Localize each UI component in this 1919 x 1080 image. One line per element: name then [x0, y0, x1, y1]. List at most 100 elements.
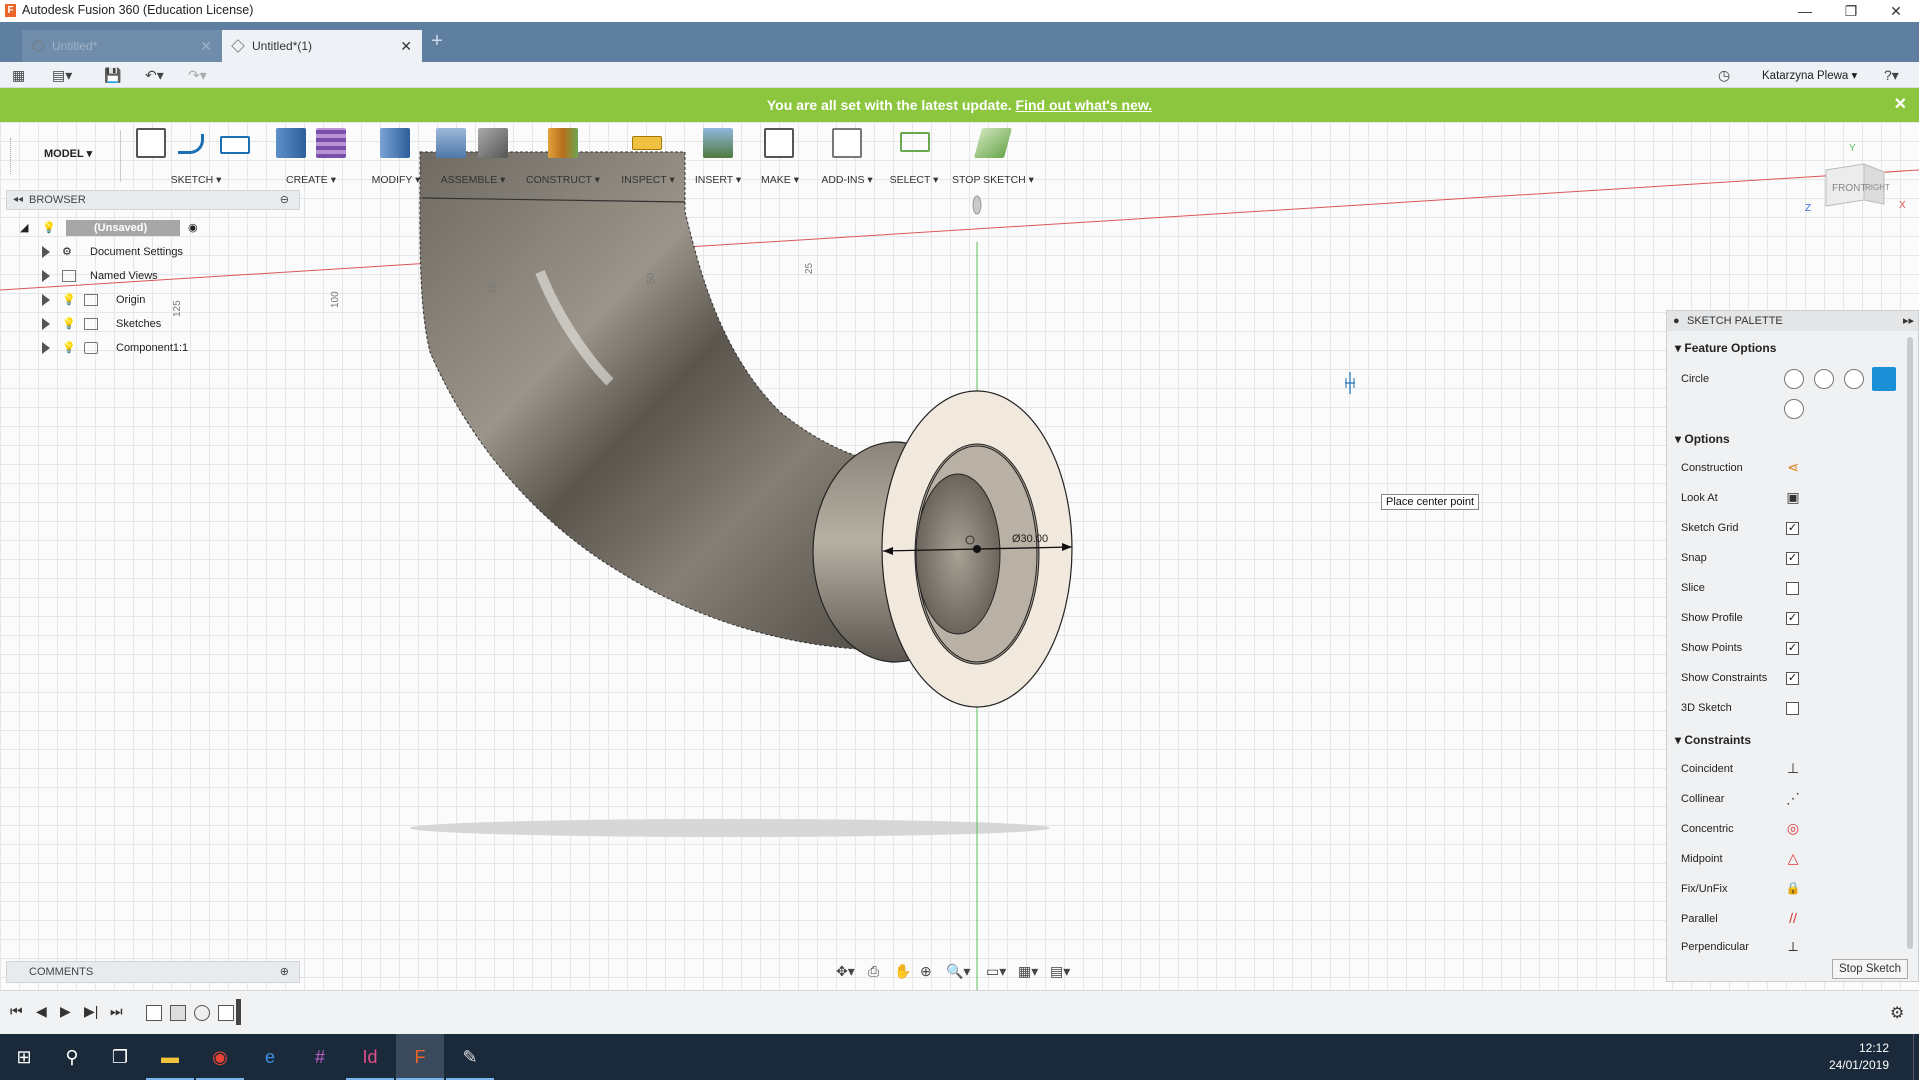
fit-icon[interactable]: 🔍▾	[946, 963, 970, 980]
stop-sketch-button[interactable]: Stop Sketch	[1832, 959, 1908, 979]
grid-snap-icon[interactable]: ▦▾	[1018, 963, 1038, 980]
timeline-sweep-feature-icon[interactable]	[194, 1005, 210, 1021]
center-point[interactable]	[973, 545, 981, 553]
create-group[interactable]: CREATE ▾	[266, 124, 356, 186]
coincident-icon[interactable]: ⊥	[1784, 759, 1802, 777]
chrome-icon[interactable]: ◉	[196, 1034, 244, 1080]
collinear-icon[interactable]: ⋰	[1784, 789, 1802, 807]
new-component-icon[interactable]	[436, 128, 466, 158]
expand-icon[interactable]	[42, 246, 50, 258]
three-point-circle-icon[interactable]	[1844, 369, 1864, 389]
add-comment-icon[interactable]: ⊕	[280, 962, 289, 982]
expand-icon[interactable]	[42, 270, 50, 282]
extrude-icon[interactable]	[276, 128, 306, 158]
toolbar-grip[interactable]	[10, 138, 12, 174]
show-desktop-button[interactable]	[1913, 1034, 1919, 1080]
offset-plane-icon[interactable]	[548, 128, 578, 158]
assemble-group[interactable]: ASSEMBLE ▾	[432, 124, 514, 186]
joint-icon[interactable]	[478, 128, 508, 158]
expand-icon[interactable]	[42, 318, 50, 330]
close-icon[interactable]: ✕	[200, 30, 212, 62]
select-group[interactable]: SELECT ▾	[884, 124, 944, 186]
data-panel-grid-icon[interactable]: ▦	[12, 66, 25, 84]
insert-group[interactable]: INSERT ▾	[686, 124, 750, 186]
rectangle-icon[interactable]	[220, 136, 250, 154]
look-at-icon[interactable]: ⎙	[868, 963, 879, 980]
perpendicular-icon[interactable]: ⟂	[1784, 939, 1802, 953]
close-icon[interactable]: ✕	[400, 30, 412, 62]
create-sketch-icon[interactable]	[136, 128, 166, 158]
snap-checkbox[interactable]: ✓	[1786, 552, 1799, 565]
stop-sketch-icon[interactable]	[973, 128, 1013, 158]
whats-new-link[interactable]: Find out what's new.	[1016, 97, 1153, 113]
modify-menu[interactable]: MODIFY ▾	[360, 174, 432, 186]
slack-icon[interactable]: #	[296, 1034, 344, 1080]
fusion-360-icon[interactable]: F	[396, 1034, 444, 1080]
viewports-icon[interactable]: ▤▾	[1050, 963, 1070, 980]
root-name[interactable]: (Unsaved)	[66, 220, 180, 236]
close-window-button[interactable]: ✕	[1873, 0, 1919, 22]
browser-root-item[interactable]: ◢ 💡 (Unsaved) ◉	[20, 216, 300, 240]
timeline-marker[interactable]	[236, 999, 241, 1025]
file-explorer-icon[interactable]: ▬	[146, 1034, 194, 1080]
job-status-clock-icon[interactable]: ◷	[1718, 66, 1730, 84]
browser-item-component[interactable]: 💡 Component1:1	[20, 336, 280, 360]
minimize-button[interactable]: —	[1782, 0, 1828, 22]
tab-untitled-1[interactable]: Untitled*(1) ✕	[222, 30, 422, 62]
file-menu-icon[interactable]: ▤▾	[52, 66, 72, 84]
activate-radio-icon[interactable]: ◉	[188, 216, 198, 240]
paint-icon[interactable]: ✎	[446, 1034, 494, 1080]
construct-group[interactable]: CONSTRUCT ▾	[518, 124, 608, 186]
root-expand-icon[interactable]: ◢	[20, 216, 28, 240]
step-forward-icon[interactable]: ▶|	[84, 1003, 98, 1020]
slice-checkbox[interactable]	[1786, 582, 1799, 595]
browser-minimize-icon[interactable]: ⊖	[280, 191, 289, 209]
sketch-menu[interactable]: SKETCH ▾	[126, 174, 266, 186]
play-icon[interactable]: ▶	[60, 1003, 71, 1020]
new-tab-button[interactable]: +	[424, 28, 450, 54]
expand-icon[interactable]	[42, 294, 50, 306]
insert-image-icon[interactable]	[703, 128, 733, 158]
expand-icon[interactable]	[42, 342, 50, 354]
collapse-browser-icon[interactable]: ◂◂	[13, 191, 23, 209]
search-icon[interactable]: ⚲	[48, 1034, 96, 1080]
show-constraints-checkbox[interactable]: ✓	[1786, 672, 1799, 685]
browser-item-document-settings[interactable]: ⚙ Document Settings	[20, 240, 280, 264]
two-point-circle-icon[interactable]	[1814, 369, 1834, 389]
browser-item-sketches[interactable]: 💡 Sketches	[20, 312, 280, 336]
browser-header[interactable]: ◂◂ BROWSER ⊖	[6, 190, 300, 210]
edge-icon[interactable]: e	[246, 1034, 294, 1080]
gear-icon[interactable]: ⚙	[1890, 1003, 1904, 1023]
indesign-icon[interactable]: Id	[346, 1034, 394, 1080]
show-profile-checkbox[interactable]: ✓	[1786, 612, 1799, 625]
start-icon[interactable]: ⊞	[0, 1034, 48, 1080]
construct-menu[interactable]: CONSTRUCT ▾	[518, 174, 608, 186]
line-icon[interactable]	[178, 134, 204, 154]
form-icon[interactable]	[316, 128, 346, 158]
viewcube[interactable]: FRONT RIGHT	[1820, 160, 1890, 220]
tangent-three-lines-circle-icon[interactable]	[1784, 399, 1804, 419]
visibility-bulb-icon[interactable]: 💡	[62, 312, 76, 336]
close-icon[interactable]: ✕	[1894, 88, 1907, 122]
select-menu[interactable]: SELECT ▾	[884, 174, 944, 186]
go-to-start-icon[interactable]: ⏮	[10, 1003, 23, 1020]
user-account-menu[interactable]: Katarzyna Plewa ▾	[1762, 68, 1857, 82]
visibility-bulb-icon[interactable]: 💡	[62, 288, 76, 312]
make-menu[interactable]: MAKE ▾	[752, 174, 808, 186]
browser-item-origin[interactable]: 💡 Origin	[20, 288, 280, 312]
step-back-icon[interactable]: ◀	[36, 1003, 47, 1020]
pan-icon[interactable]: ✋	[894, 963, 911, 980]
comments-panel[interactable]: COMMENTS ⊕	[6, 961, 300, 983]
concentric-icon[interactable]: ◎	[1784, 819, 1802, 837]
zoom-icon[interactable]: ⊕	[920, 963, 932, 980]
go-to-end-icon[interactable]: ⏭	[110, 1003, 123, 1020]
inspect-group[interactable]: INSPECT ▾	[612, 124, 684, 186]
3d-print-icon[interactable]	[764, 128, 794, 158]
help-icon[interactable]: ?▾	[1884, 66, 1899, 84]
insert-menu[interactable]: INSERT ▾	[686, 174, 750, 186]
timeline-extrude-feature-icon[interactable]	[170, 1005, 186, 1021]
inspect-menu[interactable]: INSPECT ▾	[612, 174, 684, 186]
visibility-bulb-icon[interactable]: 💡	[42, 216, 56, 240]
assemble-menu[interactable]: ASSEMBLE ▾	[432, 174, 514, 186]
constraints-heading[interactable]: ▾ Constraints	[1675, 733, 1751, 747]
